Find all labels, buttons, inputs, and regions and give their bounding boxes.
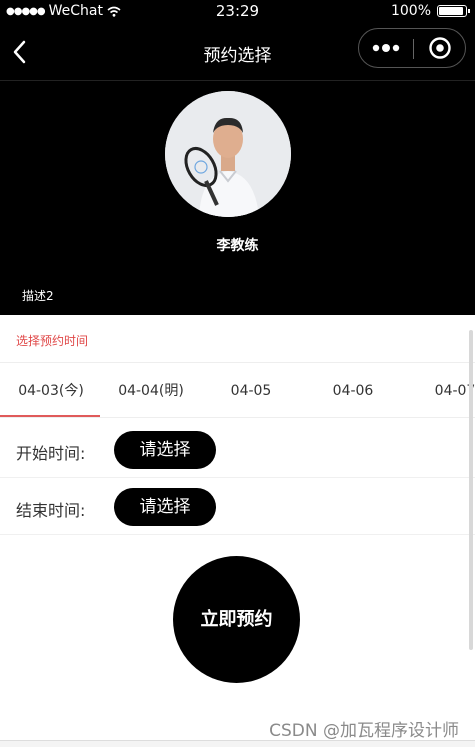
end-time-row: 结束时间: 请选择 <box>0 479 475 535</box>
date-tab[interactable]: 04-07 <box>404 364 475 417</box>
watermark: CSDN @加瓦程序设计师 <box>269 721 459 741</box>
date-tab[interactable]: 04-06 <box>302 364 404 417</box>
coach-name: 李教练 <box>216 238 259 254</box>
date-tabs: 04-03(今) 04-04(明) 04-05 04-06 04-07 <box>0 364 475 418</box>
section-title: 选择预约时间 <box>16 334 89 348</box>
date-tab[interactable]: 04-04(明) <box>100 364 202 417</box>
battery-level <box>439 7 463 15</box>
page-scrollbar[interactable] <box>469 330 473 650</box>
coach-profile: 李教练 描述2 <box>0 81 475 315</box>
book-now-button[interactable]: 立即预约 <box>173 556 300 683</box>
start-time-label: 开始时间: <box>16 444 86 463</box>
battery-percent: 100% <box>390 3 431 19</box>
more-button[interactable] <box>359 29 413 67</box>
coach-avatar <box>165 91 291 217</box>
start-time-row: 开始时间: 请选择 <box>0 422 475 478</box>
mini-program-capsule <box>358 28 466 68</box>
date-tab[interactable]: 04-03(今) <box>0 364 102 417</box>
close-mini-program-button[interactable] <box>414 29 466 67</box>
coach-description: 描述2 <box>22 289 54 303</box>
coach-photo-image <box>165 91 291 217</box>
nav-bar: 预约选择 <box>0 24 475 81</box>
battery-icon <box>437 5 470 17</box>
target-close-icon <box>429 37 451 59</box>
battery-info: 100% <box>390 3 470 19</box>
date-tab[interactable]: 04-05 <box>200 364 302 417</box>
end-time-picker[interactable]: 请选择 <box>114 488 216 526</box>
end-time-label: 结束时间: <box>16 501 86 520</box>
status-bar: ●●●●● WeChat 23:29 100% <box>0 0 475 24</box>
booking-time-section-header: 选择预约时间 <box>0 315 475 363</box>
start-time-picker[interactable]: 请选择 <box>114 431 216 469</box>
more-dots-icon <box>372 44 400 52</box>
